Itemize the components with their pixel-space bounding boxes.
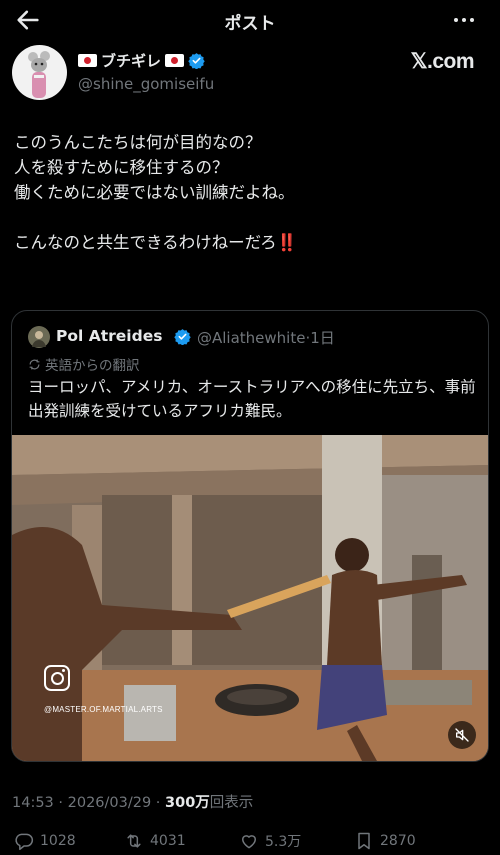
post-line: 働くために必要ではない訓練だよね。 xyxy=(14,183,295,202)
post-meta: 14:53 · 2026/03/29 · 300万回表示 xyxy=(12,795,254,811)
japan-flag-icon xyxy=(78,54,97,67)
reply-button[interactable]: 1028 xyxy=(14,831,76,851)
x-com-logo[interactable]: 𝕏.com xyxy=(411,49,475,74)
mute-icon[interactable] xyxy=(448,721,476,749)
post-text: このうんこたちは何が目的なの？ 人を殺すために移住するの？ 働くために必要ではな… xyxy=(14,130,484,255)
translation-label[interactable]: 英語からの翻訳 xyxy=(28,354,140,374)
repost-button[interactable]: 4031 xyxy=(124,831,186,851)
double-exclamation-icon: ‼️ xyxy=(276,233,298,252)
quote-author-name: Pol Atreides xyxy=(56,327,163,345)
page-title: ポスト xyxy=(224,14,276,34)
bookmark-button[interactable]: 2870 xyxy=(354,831,416,851)
top-bar: ポスト xyxy=(0,0,500,40)
quoted-post[interactable]: Pol Atreides @Aliathewhite·1日 英語からの翻訳 ヨー… xyxy=(11,310,489,762)
like-icon xyxy=(242,835,256,849)
author-name-row[interactable]: ブチギレ xyxy=(78,50,205,71)
post-line: このうんこたちは何が目的なの？ xyxy=(14,133,262,152)
quote-author-handle-time: @Aliathewhite·1日 xyxy=(197,329,335,347)
reply-count: 1028 xyxy=(40,833,76,849)
like-button[interactable]: 5.3万 xyxy=(239,831,301,851)
translate-icon xyxy=(29,359,40,369)
bookmark-icon xyxy=(358,832,370,850)
japan-flag-icon xyxy=(165,54,185,67)
bookmark-count: 2870 xyxy=(380,833,416,849)
repost-count: 4031 xyxy=(150,833,186,849)
repost-icon xyxy=(127,834,141,848)
post-line: 人を殺すために移住するの？ xyxy=(14,158,229,177)
post-line: こんなのと共生できるわけねーだろ‼️ xyxy=(14,233,298,252)
verified-icon xyxy=(174,329,191,345)
verified-icon xyxy=(188,53,205,69)
video-media[interactable]: @MASTER.OF.MARTIAL.ARTS xyxy=(12,435,488,761)
author-avatar[interactable] xyxy=(12,45,67,100)
author-name: ブチギレ xyxy=(101,52,162,70)
quote-text: ヨーロッパ、アメリカ、オーストラリアへの移住に先立ち、事前出発訓練を受けているア… xyxy=(28,378,476,420)
media-watermark: @MASTER.OF.MARTIAL.ARTS xyxy=(44,705,163,714)
like-count: 5.3万 xyxy=(265,834,302,850)
more-icon[interactable] xyxy=(450,6,478,34)
quote-author-avatar xyxy=(28,326,50,348)
instagram-icon xyxy=(44,665,70,691)
reply-icon xyxy=(15,833,34,851)
action-bar: 1028 4031 5.3万 2870 xyxy=(0,828,500,855)
author-handle[interactable]: @shine_gomiseifu xyxy=(78,75,214,93)
